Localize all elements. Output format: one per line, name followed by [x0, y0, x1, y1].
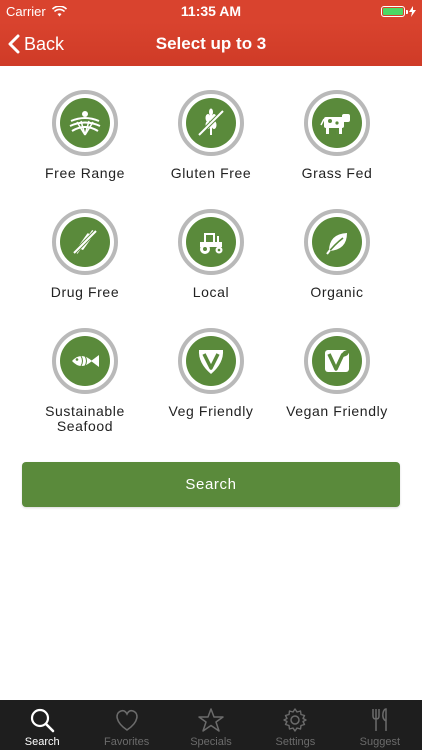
- status-bar: Carrier 11:35 AM: [0, 0, 422, 22]
- battery-icon: [381, 5, 408, 17]
- field-icon: [69, 111, 101, 136]
- gear-icon: [283, 708, 308, 732]
- tab-bar: Search Favorites Specials Settings Sugge…: [0, 700, 422, 750]
- wifi-icon: [51, 5, 67, 16]
- tab-label: Specials: [190, 736, 232, 748]
- filter-label: Grass Fed: [301, 165, 373, 181]
- filter-organic[interactable]: Organic: [272, 209, 402, 300]
- v-badge-icon: [198, 350, 224, 374]
- page-title: Select up to 3: [155, 34, 267, 53]
- filter-vegan-friendly[interactable]: Vegan Friendly: [272, 328, 402, 419]
- battery-group: [381, 5, 416, 17]
- tab-label: Search: [24, 736, 60, 748]
- filter-grass-fed[interactable]: Grass Fed: [272, 90, 402, 181]
- filter-label: Local: [192, 284, 230, 300]
- cow-icon: [320, 114, 350, 134]
- search-button[interactable]: Search: [22, 462, 400, 507]
- filter-label: Veg Friendly: [168, 403, 254, 419]
- carrier-group: Carrier: [6, 4, 67, 19]
- tab-suggest[interactable]: Suggest: [338, 700, 422, 750]
- navigation-bar: Back Select up to 3: [0, 22, 422, 66]
- back-button[interactable]: Back: [8, 30, 64, 58]
- back-label: Back: [24, 33, 65, 54]
- carrier-label: Carrier: [6, 3, 46, 19]
- fish-icon: [72, 355, 99, 367]
- filter-sustainable-seafood[interactable]: Sustainable Seafood: [20, 328, 150, 434]
- filter-free-range[interactable]: Free Range: [20, 90, 150, 181]
- filter-label: Gluten Free: [170, 165, 252, 181]
- tab-specials[interactable]: Specials: [169, 700, 253, 750]
- chevron-left-icon: [8, 34, 20, 54]
- filter-gluten-free[interactable]: Gluten Free: [146, 90, 276, 181]
- filter-veg-friendly[interactable]: Veg Friendly: [146, 328, 276, 419]
- tab-label: Suggest: [359, 736, 401, 748]
- filter-label: Drug Free: [50, 284, 120, 300]
- tractor-icon: [200, 233, 223, 254]
- filter-label: Organic: [310, 284, 364, 300]
- star-icon: [198, 708, 224, 732]
- wheat-crossed-icon: [197, 108, 225, 137]
- v-leaf-icon: [325, 349, 350, 372]
- filter-label: Free Range: [45, 165, 125, 181]
- tab-favorites[interactable]: Favorites: [84, 700, 168, 750]
- leaf-icon: [326, 233, 347, 255]
- filter-drug-free[interactable]: Drug Free: [20, 209, 150, 300]
- filter-label: Sustainable Seafood: [45, 403, 125, 434]
- tab-settings[interactable]: Settings: [253, 700, 337, 750]
- tab-label: Favorites: [103, 736, 150, 748]
- filter-label: Vegan Friendly: [286, 403, 388, 419]
- tab-search[interactable]: Search: [0, 700, 84, 750]
- heart-icon: [115, 709, 138, 731]
- filter-local[interactable]: Local: [146, 209, 276, 300]
- charging-icon: [409, 5, 416, 17]
- search-icon: [31, 708, 55, 733]
- fork-knife-icon: [372, 708, 387, 731]
- syringe-crossed-icon: [72, 229, 98, 255]
- tab-label: Settings: [275, 736, 316, 748]
